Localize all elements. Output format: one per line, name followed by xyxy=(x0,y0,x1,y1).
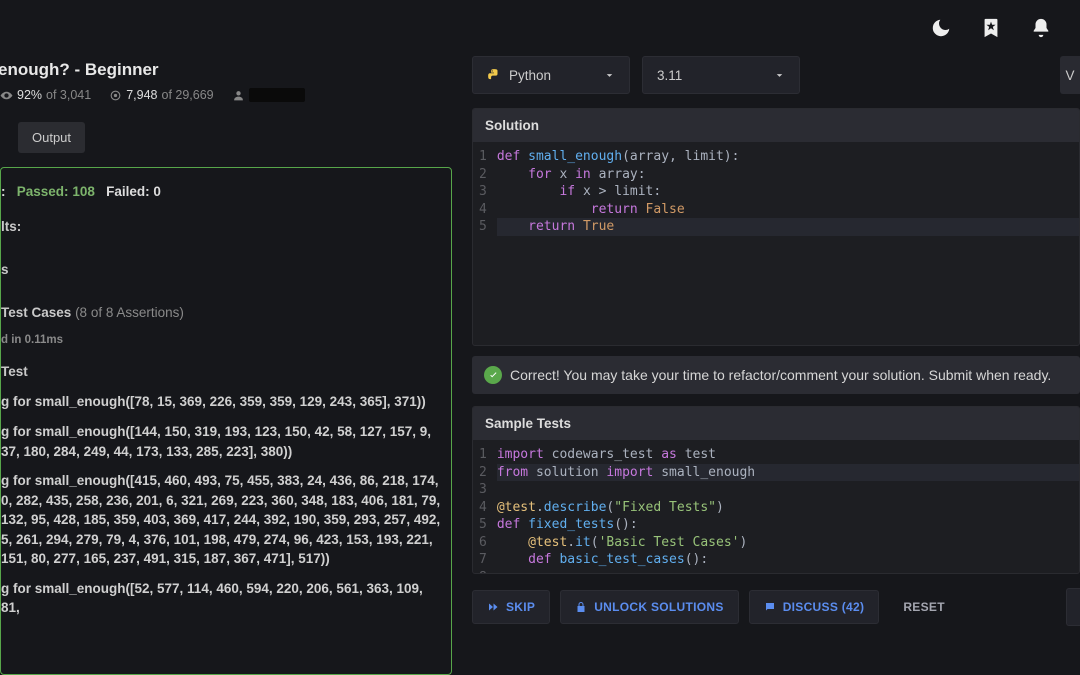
dropdown-row: Python 3.11 V xyxy=(472,56,1080,94)
suite-s: s xyxy=(1,260,441,281)
version-label: 3.11 xyxy=(657,68,682,83)
submit-edge[interactable] xyxy=(1066,588,1080,626)
solution-code[interactable]: def small_enough(array, limit): for x in… xyxy=(497,148,1079,339)
solution-gutter: 12345 xyxy=(473,148,497,339)
solution-panel: Solution 12345 def small_enough(array, l… xyxy=(472,108,1080,346)
passed-label: Passed: xyxy=(17,184,69,199)
correct-message: Correct! You may take your time to refac… xyxy=(510,367,1051,383)
bottom-actions: SKIP UNLOCK SOLUTIONS DISCUSS (42) RESET xyxy=(472,584,1080,626)
reset-button[interactable]: RESET xyxy=(889,591,959,623)
chevron-down-icon xyxy=(774,70,785,81)
left-pane: enough? - Beginner 92% of 3,041 7,948 of… xyxy=(0,56,460,675)
author-name-redacted xyxy=(249,88,305,102)
skip-button[interactable]: SKIP xyxy=(472,590,550,624)
discuss-button[interactable]: DISCUSS (42) xyxy=(749,590,880,624)
test-result-line: g for small_enough([52, 577, 114, 460, 5… xyxy=(1,579,441,618)
check-icon xyxy=(484,366,502,384)
output-tab[interactable]: Output xyxy=(18,122,85,153)
lock-icon xyxy=(575,601,587,613)
passed-count: 108 xyxy=(72,184,95,199)
dark-mode-icon[interactable] xyxy=(930,17,952,39)
tests-panel: Sample Tests 12345678 import codewars_te… xyxy=(472,406,1080,574)
tests-code[interactable]: import codewars_test as testfrom solutio… xyxy=(497,446,1079,574)
satisfaction-stat: 92% of 3,041 xyxy=(0,88,91,102)
satisfaction-icon xyxy=(0,89,13,102)
satisfaction-of: of 3,041 xyxy=(46,88,91,102)
failed-label: Failed: xyxy=(106,184,150,199)
failed-count: 0 xyxy=(153,184,161,199)
comment-icon xyxy=(764,601,776,613)
solution-editor[interactable]: 12345 def small_enough(array, limit): fo… xyxy=(473,142,1079,345)
completed-stat: 7,948 of 29,669 xyxy=(109,88,213,102)
correct-bar: Correct! You may take your time to refac… xyxy=(472,356,1080,394)
chevron-down-icon xyxy=(604,70,615,81)
test-result-line: g for small_enough([144, 150, 319, 193, … xyxy=(1,422,441,461)
output-scroll[interactable]: : Passed: 108 Failed: 0 lts: s Test Case… xyxy=(1,168,451,674)
time-note: d in 0.11ms xyxy=(1,332,441,350)
language-dropdown[interactable]: Python xyxy=(472,56,630,94)
unlock-label: UNLOCK SOLUTIONS xyxy=(594,600,723,614)
assertions-note: (8 of 8 Assertions) xyxy=(75,305,184,320)
summary-prefix: : xyxy=(1,184,6,199)
test-cases-label: Test Cases xyxy=(1,305,71,320)
test-cases-row: Test Cases (8 of 8 Assertions) xyxy=(1,303,441,324)
discuss-label: DISCUSS (42) xyxy=(783,600,865,614)
version-dropdown[interactable]: 3.11 xyxy=(642,56,800,94)
top-bar xyxy=(0,0,1080,56)
completed-of: of 29,669 xyxy=(162,88,214,102)
main-area: enough? - Beginner 92% of 3,041 7,948 of… xyxy=(0,56,1080,675)
test-subheader: Test xyxy=(1,362,441,383)
skip-icon xyxy=(487,601,499,613)
author-stat[interactable] xyxy=(232,88,305,102)
test-summary: : Passed: 108 Failed: 0 xyxy=(1,182,441,203)
right-pane: Python 3.11 V Solution 12345 def small_e… xyxy=(460,56,1080,675)
kata-title: enough? - Beginner xyxy=(0,56,460,88)
test-result-line: g for small_enough([78, 15, 369, 226, 35… xyxy=(1,392,441,412)
user-icon xyxy=(232,89,245,102)
solution-header: Solution xyxy=(473,109,1079,142)
output-panel: : Passed: 108 Failed: 0 lts: s Test Case… xyxy=(0,167,452,675)
completed-icon xyxy=(109,89,122,102)
test-result-line: g for small_enough([415, 460, 493, 75, 4… xyxy=(1,471,441,569)
tests-header: Sample Tests xyxy=(473,407,1079,440)
kata-stats: 92% of 3,041 7,948 of 29,669 xyxy=(0,88,460,116)
completed-count: 7,948 xyxy=(126,88,157,102)
bookmark-icon[interactable] xyxy=(980,17,1002,39)
bell-icon[interactable] xyxy=(1030,17,1052,39)
result-lines: g for small_enough([78, 15, 369, 226, 35… xyxy=(1,392,441,618)
unlock-button[interactable]: UNLOCK SOLUTIONS xyxy=(560,590,738,624)
python-icon xyxy=(487,68,501,82)
language-label: Python xyxy=(509,68,551,83)
results-label: lts: xyxy=(1,217,441,238)
vim-toggle[interactable]: V xyxy=(1060,56,1080,94)
tests-gutter: 12345678 xyxy=(473,446,497,574)
tests-editor[interactable]: 12345678 import codewars_test as testfro… xyxy=(473,440,1079,574)
satisfaction-pct: 92% xyxy=(17,88,42,102)
skip-label: SKIP xyxy=(506,600,535,614)
